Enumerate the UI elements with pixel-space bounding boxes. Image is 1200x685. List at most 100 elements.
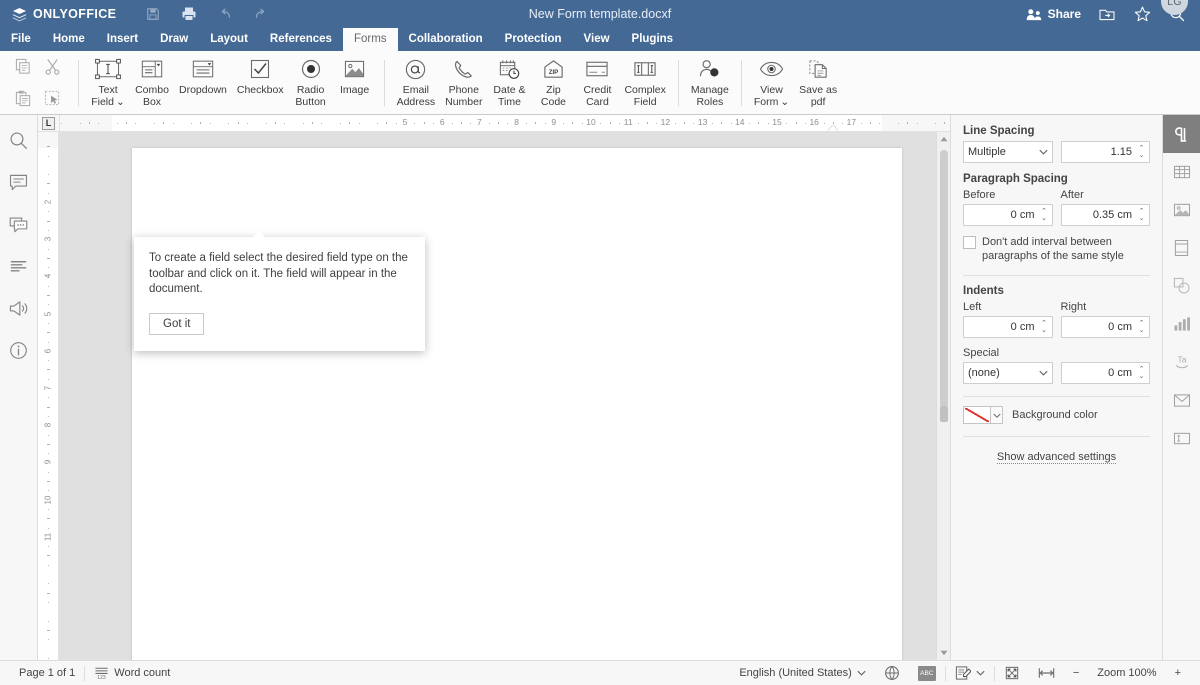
zoom-in-button[interactable]: + — [1166, 661, 1190, 685]
credit-card-button[interactable]: Credit Card — [575, 51, 619, 114]
chat-icon[interactable] — [6, 211, 32, 237]
scroll-down-icon[interactable] — [937, 646, 950, 660]
tab-collaboration[interactable]: Collaboration — [398, 28, 494, 51]
spacing-before-input[interactable]: 0 cm ⌃⌄ — [963, 204, 1053, 226]
email-address-button[interactable]: Email Address — [392, 51, 441, 114]
got-it-button[interactable]: Got it — [149, 313, 204, 335]
tab-protection[interactable]: Protection — [494, 28, 573, 51]
tab-stop-selector[interactable]: L — [38, 115, 60, 131]
track-changes-button[interactable] — [946, 661, 994, 685]
indent-right-stepper[interactable]: ⌃⌄ — [1136, 321, 1147, 334]
view-form-button[interactable]: View Form⌄ — [749, 51, 794, 114]
scroll-up-icon[interactable] — [937, 132, 950, 146]
tab-view[interactable]: View — [573, 28, 621, 51]
dropdown-button[interactable]: Dropdown — [174, 51, 232, 114]
feedback-icon[interactable] — [6, 295, 32, 321]
scrollbar-grip[interactable] — [940, 406, 948, 422]
table-settings-icon[interactable] — [1163, 153, 1200, 191]
vertical-ruler[interactable]: 234567891011 — [38, 132, 59, 660]
star-icon[interactable] — [1133, 5, 1151, 23]
document-language[interactable]: English (United States) — [730, 661, 875, 685]
tab-draw[interactable]: Draw — [149, 28, 199, 51]
open-file-location-icon[interactable] — [1098, 5, 1116, 23]
chevron-down-icon[interactable]: ⌄ — [116, 97, 125, 109]
paste-icon[interactable] — [9, 85, 37, 113]
tab-insert[interactable]: Insert — [96, 28, 149, 51]
special-indent-by-stepper[interactable]: ⌃⌄ — [1136, 367, 1147, 380]
phone-number-button[interactable]: Phone Number — [440, 51, 487, 114]
indent-left-stepper[interactable]: ⌃⌄ — [1039, 321, 1050, 334]
no-interval-checkbox-row[interactable]: Don't add interval between paragraphs of… — [963, 235, 1150, 263]
spacing-after-input[interactable]: 0.35 cm ⌃⌄ — [1061, 204, 1151, 226]
tab-plugins[interactable]: Plugins — [621, 28, 685, 51]
share-button[interactable]: Share — [1026, 7, 1081, 21]
fit-to-page-icon[interactable] — [995, 661, 1029, 685]
special-indent-by-input[interactable]: 0 cm ⌃⌄ — [1061, 362, 1151, 384]
mail-merge-settings-icon[interactable] — [1163, 381, 1200, 419]
document-page[interactable] — [132, 148, 902, 660]
complex-field-button[interactable]: Complex Field — [619, 51, 670, 114]
about-icon[interactable] — [6, 337, 32, 363]
form-settings-icon[interactable] — [1163, 419, 1200, 457]
zoom-value[interactable]: Zoom 100% — [1088, 661, 1165, 685]
scrollbar-thumb[interactable] — [940, 150, 948, 408]
comment-icon[interactable] — [6, 169, 32, 195]
background-color-picker[interactable] — [963, 406, 1003, 424]
header-footer-settings-icon[interactable] — [1163, 229, 1200, 267]
image-button[interactable]: Image — [333, 51, 377, 114]
page-indicator[interactable]: Page 1 of 1 — [10, 661, 84, 685]
special-indent-select[interactable]: (none) — [963, 362, 1053, 384]
document-canvas[interactable] — [59, 132, 936, 660]
print-icon[interactable] — [180, 5, 198, 23]
text-field-button[interactable]: Text Field⌄ — [86, 51, 130, 114]
spell-check-icon[interactable]: ABC — [909, 661, 945, 685]
set-language-icon[interactable] — [875, 661, 909, 685]
undo-icon[interactable] — [216, 5, 234, 23]
chevron-down-icon[interactable]: ⌄ — [780, 97, 789, 109]
cut-icon[interactable] — [38, 53, 66, 81]
tab-references[interactable]: References — [259, 28, 343, 51]
tab-file[interactable]: File — [0, 28, 42, 51]
spacing-after-stepper[interactable]: ⌃⌄ — [1136, 209, 1147, 222]
no-interval-checkbox[interactable] — [963, 236, 976, 249]
forms-hint-popup[interactable]: To create a field select the desired fie… — [134, 237, 425, 351]
zoom-out-button[interactable]: − — [1064, 661, 1088, 685]
tab-layout[interactable]: Layout — [199, 28, 259, 51]
tab-home[interactable]: Home — [42, 28, 96, 51]
headings-icon[interactable] — [6, 253, 32, 279]
onlyoffice-logo-icon — [12, 7, 27, 22]
spacing-before-stepper[interactable]: ⌃⌄ — [1039, 209, 1050, 222]
image-settings-icon[interactable] — [1163, 191, 1200, 229]
shape-settings-icon[interactable] — [1163, 267, 1200, 305]
tab-forms[interactable]: Forms — [343, 28, 398, 51]
redo-icon[interactable] — [252, 5, 270, 23]
line-spacing-stepper[interactable]: ⌃⌄ — [1136, 146, 1147, 159]
indent-left-input[interactable]: 0 cm ⌃⌄ — [963, 316, 1053, 338]
save-icon[interactable] — [144, 5, 162, 23]
line-spacing-amount-input[interactable]: 1.15 ⌃⌄ — [1061, 141, 1151, 163]
paragraph-settings-icon[interactable] — [1163, 115, 1200, 153]
chevron-down-icon[interactable] — [991, 406, 1003, 424]
save-as-pdf-button[interactable]: Save as pdf — [794, 51, 842, 114]
vertical-scrollbar[interactable] — [936, 132, 950, 660]
copy-icon[interactable] — [9, 53, 37, 81]
search-icon[interactable] — [6, 127, 32, 153]
line-spacing-mode-select[interactable]: Multiple — [963, 141, 1053, 163]
indent-right-input[interactable]: 0 cm ⌃⌄ — [1061, 316, 1151, 338]
show-advanced-settings-link[interactable]: Show advanced settings — [997, 451, 1116, 464]
zip-code-button[interactable]: ZIP Zip Code — [531, 51, 575, 114]
radio-button-button[interactable]: Radio Button — [289, 51, 333, 114]
color-swatch[interactable] — [963, 406, 991, 424]
ruler-track[interactable]: 567891011121314151617 — [60, 115, 950, 131]
checkbox-button[interactable]: Checkbox — [232, 51, 289, 114]
right-indent-marker[interactable] — [828, 125, 838, 131]
select-all-icon[interactable] — [38, 85, 66, 113]
manage-roles-button[interactable]: Manage Roles — [686, 51, 734, 114]
date-time-button[interactable]: Date & Time — [487, 51, 531, 114]
fit-to-width-icon[interactable] — [1029, 661, 1064, 685]
text-art-settings-icon[interactable]: Ta — [1163, 343, 1200, 381]
chart-settings-icon[interactable] — [1163, 305, 1200, 343]
combo-box-button[interactable]: Combo Box — [130, 51, 174, 114]
special-indent-label: Special — [963, 347, 1150, 359]
word-count-button[interactable]: 123 Word count — [85, 661, 179, 685]
